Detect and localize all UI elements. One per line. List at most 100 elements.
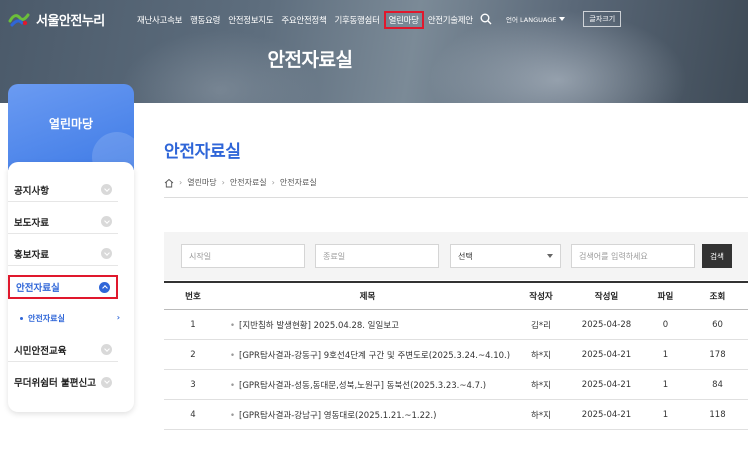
col-header-file: 파일 (657, 292, 674, 302)
chevron-down-icon (101, 344, 112, 355)
search-button[interactable]: 검색 (702, 244, 732, 268)
cell-title-text: [GPR탐사결과-성동,동대문,성북,노원구] 동북선(2025.3.23.~4… (239, 380, 487, 391)
cell-file: 1 (662, 409, 669, 420)
breadcrumb-item[interactable]: 열린마당 (187, 177, 216, 188)
col-header-date: 작성일 (594, 292, 619, 302)
breadcrumb-item-current: 안전자료실 (279, 178, 317, 187)
cell-author: 하*지 (531, 380, 551, 391)
hero-title: 안전자료실 (267, 49, 353, 71)
language-label: 언어 LANGUAGE (506, 16, 557, 24)
nav-item-tech-proposal[interactable]: 안전기술제안 (424, 11, 477, 29)
sidebar-subitem-safety-archive[interactable]: 안전자료실 › (20, 313, 120, 324)
cell-title-link[interactable]: • [GPR탐사결과-성동,동대문,성북,노원구] 동북선(2025.3.23.~… (222, 379, 513, 391)
keyword-placeholder: 검색어를 입력하세요 (579, 251, 648, 261)
main-nav: 재난사고속보 행동요령 안전정보지도 주요안전정책 기후동행쉼터 열린마당 안전… (133, 11, 477, 29)
sidebar-subitem-label: 안전자료실 (28, 314, 65, 323)
chevron-right-icon: › (179, 178, 183, 187)
table-row[interactable]: 3 • [GPR탐사결과-성동,동대문,성북,노원구] 동북선(2025.3.23… (164, 370, 748, 400)
col-header-number: 번호 (185, 292, 201, 302)
cell-title-text: [GPR탐사결과-강남구] 영동대로(2025.1.21.~1.22.) (239, 410, 437, 421)
chevron-down-icon (101, 376, 112, 388)
nav-item-climate-shelter[interactable]: 기후동행쉼터 (330, 11, 383, 29)
search-icon[interactable] (480, 13, 492, 25)
logo-text: 서울안전누리 (36, 13, 105, 29)
sidebar-item-press[interactable]: 보도자료 (8, 210, 118, 234)
start-date-field[interactable]: 시작일 (181, 244, 305, 268)
cell-file: 0 (662, 319, 669, 330)
sidebar-item-safety-archive[interactable]: 안전자료실 (8, 275, 118, 299)
cell-file: 1 (662, 349, 669, 360)
end-date-field[interactable]: 종료일 (315, 244, 439, 268)
cell-views: 178 (709, 349, 726, 360)
seoul-logo-icon (8, 13, 30, 27)
col-header-author: 작성자 (529, 292, 553, 302)
cell-author: 하*지 (531, 350, 551, 361)
font-size-button[interactable]: 글자크기 (583, 11, 622, 27)
chevron-up-icon (99, 281, 110, 293)
bullet-icon: • (230, 410, 236, 421)
cell-title-text: [지반침하 발생현황] 2025.04.28. 일일보고 (239, 320, 399, 331)
caret-down-icon (547, 254, 553, 258)
cell-views: 60 (712, 319, 723, 330)
sidebar-item-label: 무더위쉼터 불편신고 (14, 378, 96, 389)
start-date-placeholder: 시작일 (189, 251, 212, 261)
chevron-right-icon: › (271, 178, 275, 187)
chevron-down-icon (101, 216, 112, 227)
utility-bar: 언어 LANGUAGE 글자크기 (480, 11, 622, 27)
chevron-right-icon: › (116, 313, 120, 322)
col-header-title: 제목 (359, 292, 376, 302)
cell-number: 3 (190, 379, 196, 390)
chevron-right-icon: › (221, 178, 225, 187)
sidebar-item-label: 안전자료실 (16, 283, 60, 294)
sidebar-item-label: 보도자료 (14, 217, 49, 229)
table-row[interactable]: 4 • [GPR탐사결과-강남구] 영동대로(2025.1.21.~1.22.) … (164, 400, 748, 430)
nav-item-open-forum[interactable]: 열린마당 (383, 11, 424, 29)
language-selector[interactable]: 언어 LANGUAGE (506, 14, 566, 24)
sidebar-item-citizen-education[interactable]: 시민안전교육 (8, 338, 118, 362)
site-logo[interactable]: 서울안전누리 (8, 9, 105, 29)
bullet-icon (20, 317, 23, 320)
nav-item-safety-policy[interactable]: 주요안전정책 (277, 11, 330, 29)
sidebar-item-label: 홍보자료 (14, 249, 49, 261)
bullet-icon: • (230, 380, 236, 391)
nav-item-action-guide[interactable]: 행동요령 (186, 11, 224, 29)
breadcrumb-item[interactable]: 안전자료실 (230, 177, 267, 188)
sidebar-item-notice[interactable]: 공지사항 (8, 178, 118, 202)
cell-date: 2025-04-21 (581, 409, 632, 420)
cell-title-link[interactable]: • [GPR탐사결과-강남구] 영동대로(2025.1.21.~1.22.) (222, 409, 513, 421)
breadcrumb: › 열린마당 › 안전자료실 › 안전자료실 (164, 177, 317, 188)
select-value: 선택 (458, 251, 473, 261)
col-header-views: 조회 (709, 292, 726, 302)
cell-date: 2025-04-28 (581, 319, 632, 330)
table-row[interactable]: 1 • [지반침하 발생현황] 2025.04.28. 일일보고 김*리 2025… (164, 310, 748, 340)
cell-title-link[interactable]: • [GPR탐사결과-강동구] 9호선4단계 구간 및 주변도로(2025.3.2… (222, 349, 513, 361)
chevron-down-icon (101, 184, 112, 195)
search-filter: 시작일 종료일 선택 검색어를 입력하세요 검색 (164, 232, 748, 280)
sidebar-header: 열린마당 (8, 84, 134, 170)
nav-item-disaster-news[interactable]: 재난사고속보 (133, 11, 186, 29)
cell-views: 84 (712, 379, 723, 390)
sidebar-item-heat-shelter-report[interactable]: 무더위쉼터 불편신고 (8, 370, 118, 394)
cell-date: 2025-04-21 (581, 349, 632, 360)
search-type-select[interactable]: 선택 (450, 244, 561, 268)
cell-number: 1 (190, 319, 196, 330)
bullet-icon: • (230, 350, 236, 361)
cell-number: 4 (190, 409, 196, 420)
keyword-input[interactable]: 검색어를 입력하세요 (571, 244, 695, 268)
sidebar-title: 열린마당 (48, 117, 94, 131)
cell-title-text: [GPR탐사결과-강동구] 9호선4단계 구간 및 주변도로(2025.3.24… (239, 350, 511, 361)
board-table: 번호 제목 작성자 작성일 파일 조회 1 • [지반침하 발생현황] 2025.… (164, 281, 748, 430)
chevron-down-icon (101, 248, 112, 259)
table-row[interactable]: 2 • [GPR탐사결과-강동구] 9호선4단계 구간 및 주변도로(2025.3… (164, 340, 748, 370)
cell-date: 2025-04-21 (581, 379, 632, 390)
cell-title-link[interactable]: • [지반침하 발생현황] 2025.04.28. 일일보고 (222, 319, 513, 331)
cell-author: 하*지 (531, 410, 551, 421)
sidebar-item-promo[interactable]: 홍보자료 (8, 242, 118, 266)
home-icon[interactable] (164, 178, 174, 188)
cell-views: 118 (709, 409, 726, 420)
bullet-icon: • (230, 320, 236, 331)
table-header: 번호 제목 작성자 작성일 파일 조회 (164, 281, 748, 310)
nav-item-safety-map[interactable]: 안전정보지도 (224, 11, 277, 29)
cell-number: 2 (190, 349, 196, 360)
page-title: 안전자료실 (164, 142, 241, 162)
